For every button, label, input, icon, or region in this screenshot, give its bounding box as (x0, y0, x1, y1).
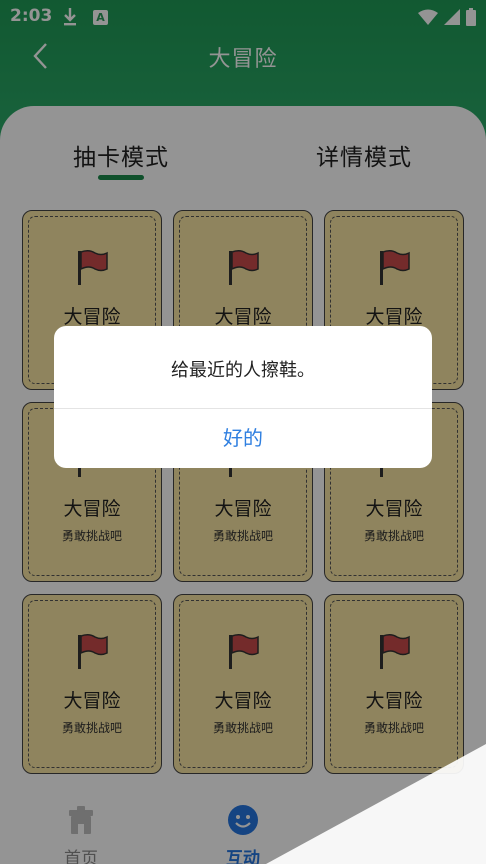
app-screen: 2:03 A 大冒险 抽卡模式 详情模式 大冒险 大冒险 大冒险 大冒险 勇敢挑… (0, 0, 486, 864)
alert-dialog: 给最近的人擦鞋。 好的 (54, 326, 432, 468)
ok-button[interactable]: 好的 (54, 409, 432, 468)
corner-watermark (266, 744, 486, 864)
dialog-message: 给最近的人擦鞋。 (171, 360, 315, 381)
